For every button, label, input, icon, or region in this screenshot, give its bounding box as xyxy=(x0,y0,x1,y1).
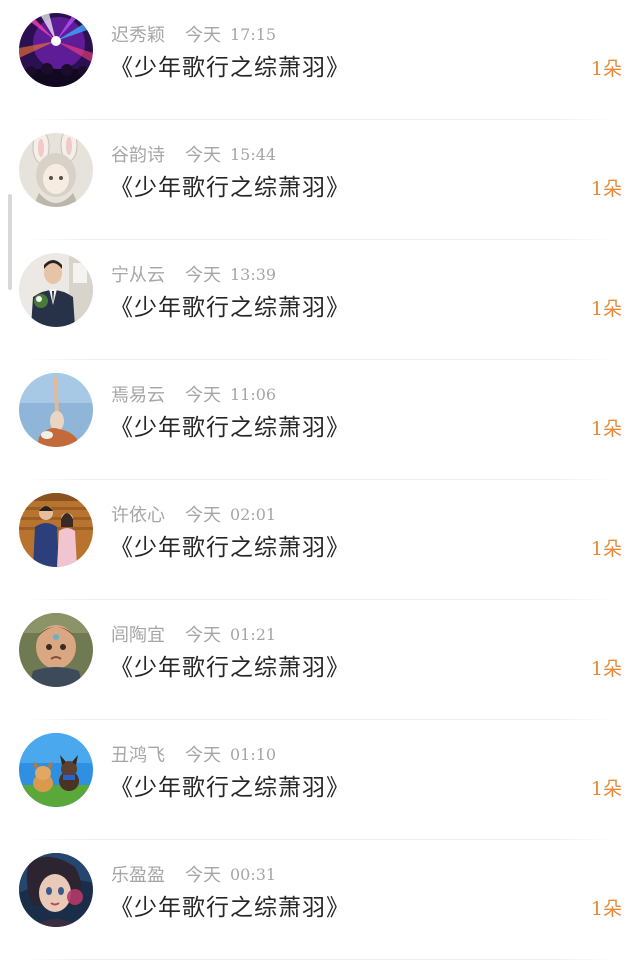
message-title: 《少年歌行之综萧羽》 xyxy=(110,775,350,801)
message-day: 今天 xyxy=(185,385,221,406)
conversation-meta: 闾陶宜 今天 01:21 xyxy=(111,622,277,647)
message-time: 01:21 xyxy=(230,624,277,644)
conversation-list: 迟秀颖 今天 17:15 《少年歌行之综萧羽》 1朵 谷韵诗 今天 15:44 … xyxy=(0,0,640,960)
conversation-meta: 许依心 今天 02:01 xyxy=(111,502,277,527)
list-item[interactable]: 闾陶宜 今天 01:21 《少年歌行之综萧羽》 1朵 xyxy=(0,600,640,720)
message-title: 《少年歌行之综萧羽》 xyxy=(110,55,350,81)
message-title: 《少年歌行之综萧羽》 xyxy=(110,415,350,441)
list-item[interactable]: 宁从云 今天 13:39 《少年歌行之综萧羽》 1朵 xyxy=(0,240,640,360)
conversation-meta: 谷韵诗 今天 15:44 xyxy=(111,142,277,167)
message-day: 今天 xyxy=(185,745,221,766)
sender-name: 迟秀颖 xyxy=(111,25,165,46)
flower-count[interactable]: 1朵 xyxy=(591,654,622,684)
flower-count[interactable]: 1朵 xyxy=(591,774,622,804)
message-time: 11:06 xyxy=(230,384,277,404)
man-in-suit-avatar-icon[interactable] xyxy=(19,253,93,327)
anime-girl-avatar-icon[interactable] xyxy=(19,853,93,927)
flower-count[interactable]: 1朵 xyxy=(591,294,622,324)
message-title: 《少年歌行之综萧羽》 xyxy=(110,655,350,681)
message-time: 00:31 xyxy=(230,864,277,884)
list-item[interactable]: 丑鸿飞 今天 01:10 《少年歌行之综萧羽》 1朵 xyxy=(0,720,640,840)
scrollbar[interactable] xyxy=(8,194,12,290)
conversation-meta: 丑鸿飞 今天 01:10 xyxy=(111,742,277,767)
message-time: 02:01 xyxy=(230,504,277,524)
bunny-ears-girl-avatar-icon[interactable] xyxy=(19,133,93,207)
flower-count[interactable]: 1朵 xyxy=(591,894,622,924)
toddler-avatar-icon[interactable] xyxy=(19,613,93,687)
sender-name: 许依心 xyxy=(111,505,165,526)
sender-name: 丑鸿飞 xyxy=(111,745,165,766)
flower-count[interactable]: 1朵 xyxy=(591,414,622,444)
message-title: 《少年歌行之综萧羽》 xyxy=(110,895,350,921)
flower-count[interactable]: 1朵 xyxy=(591,54,622,84)
message-time: 13:39 xyxy=(230,264,277,284)
message-day: 今天 xyxy=(185,865,221,886)
cartoon-dogs-avatar-icon[interactable] xyxy=(19,733,93,807)
sender-name: 宁从云 xyxy=(111,265,165,286)
message-day: 今天 xyxy=(185,145,221,166)
message-title: 《少年歌行之综萧羽》 xyxy=(110,175,350,201)
message-time: 01:10 xyxy=(230,744,277,764)
sender-name: 乐盈盈 xyxy=(111,865,165,886)
message-day: 今天 xyxy=(185,25,221,46)
conversation-meta: 宁从云 今天 13:39 xyxy=(111,262,277,287)
list-item[interactable]: 许依心 今天 02:01 《少年歌行之综萧羽》 1朵 xyxy=(0,480,640,600)
flower-count[interactable]: 1朵 xyxy=(591,534,622,564)
conversation-meta: 焉易云 今天 11:06 xyxy=(111,382,277,407)
conversation-meta: 乐盈盈 今天 00:31 xyxy=(111,862,277,887)
list-item[interactable]: 焉易云 今天 11:06 《少年歌行之综萧羽》 1朵 xyxy=(0,360,640,480)
couple-photo-avatar-icon[interactable] xyxy=(19,493,93,567)
message-title: 《少年歌行之综萧羽》 xyxy=(110,295,350,321)
message-time: 15:44 xyxy=(230,144,277,164)
gymnast-sky-avatar-icon[interactable] xyxy=(19,373,93,447)
message-title: 《少年歌行之综萧羽》 xyxy=(110,535,350,561)
message-day: 今天 xyxy=(185,625,221,646)
sender-name: 谷韵诗 xyxy=(111,145,165,166)
message-day: 今天 xyxy=(185,265,221,286)
sender-name: 焉易云 xyxy=(111,385,165,406)
list-item[interactable]: 谷韵诗 今天 15:44 《少年歌行之综萧羽》 1朵 xyxy=(0,120,640,240)
row-divider xyxy=(20,959,620,960)
flower-count[interactable]: 1朵 xyxy=(591,174,622,204)
list-item[interactable]: 迟秀颖 今天 17:15 《少年歌行之综萧羽》 1朵 xyxy=(0,0,640,120)
sender-name: 闾陶宜 xyxy=(111,625,165,646)
conversation-meta: 迟秀颖 今天 17:15 xyxy=(111,22,277,47)
message-day: 今天 xyxy=(185,505,221,526)
message-time: 17:15 xyxy=(230,24,277,44)
list-item[interactable]: 乐盈盈 今天 00:31 《少年歌行之综萧羽》 1朵 xyxy=(0,840,640,960)
disco-lights-avatar-icon[interactable] xyxy=(19,13,93,87)
